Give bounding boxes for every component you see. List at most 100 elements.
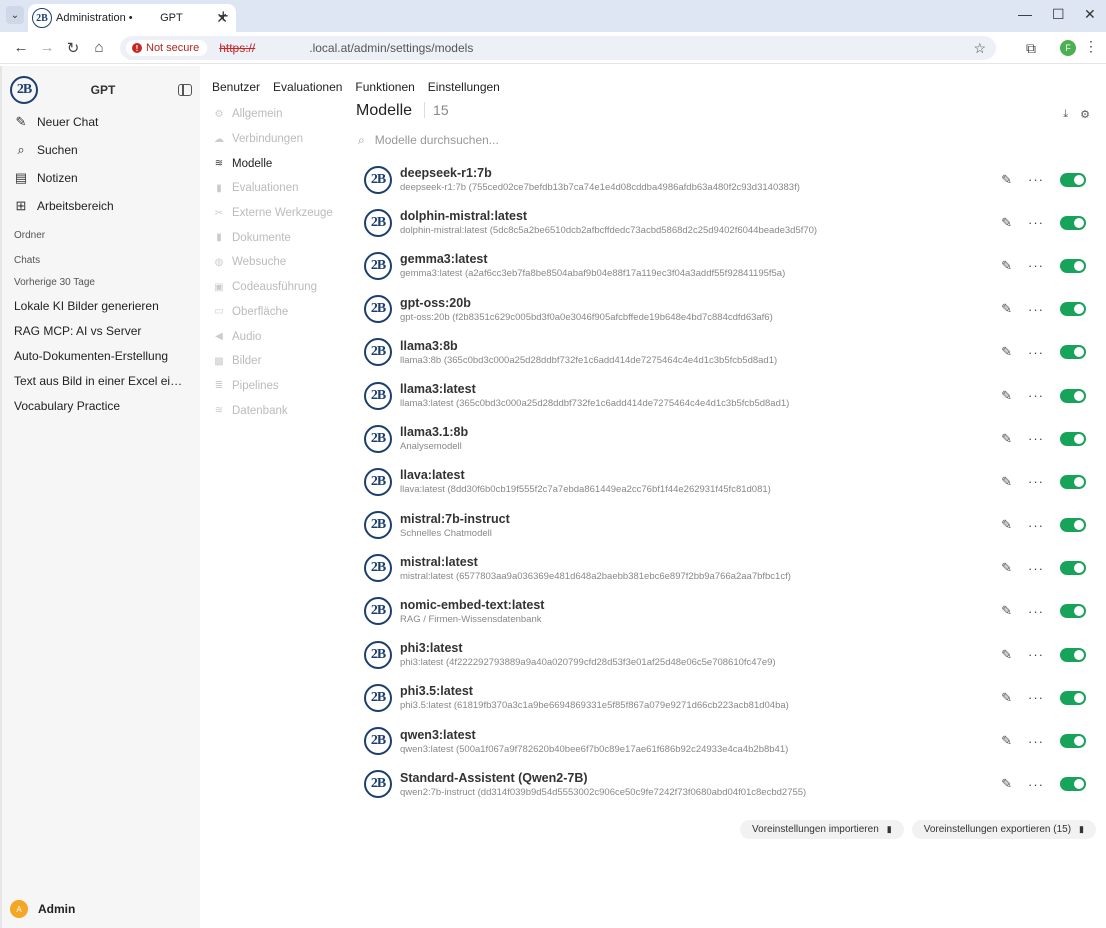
pencil-icon[interactable]: ✎ bbox=[1001, 517, 1012, 533]
settings-item-interface[interactable]: ▭ Oberfläche bbox=[212, 300, 352, 325]
chat-item[interactable]: Lokale KI Bilder generieren bbox=[2, 294, 188, 319]
chat-item[interactable]: RAG MCP: AI vs Server bbox=[2, 319, 188, 344]
more-options-icon[interactable]: ··· bbox=[1028, 518, 1044, 533]
extensions-icon[interactable]: ⧉ bbox=[1026, 40, 1036, 57]
pencil-icon[interactable]: ✎ bbox=[1001, 431, 1012, 447]
model-enabled-toggle[interactable] bbox=[1060, 172, 1086, 187]
tab-settings[interactable]: Einstellungen bbox=[428, 80, 500, 94]
sidebar-toggle-icon[interactable] bbox=[178, 84, 192, 96]
pencil-icon[interactable]: ✎ bbox=[1001, 690, 1012, 706]
more-options-icon[interactable]: ··· bbox=[1028, 734, 1044, 749]
chat-item[interactable]: Vocabulary Practice bbox=[2, 394, 188, 419]
model-enabled-toggle[interactable] bbox=[1060, 345, 1086, 360]
settings-item-general[interactable]: ⚙ Allgemein bbox=[212, 102, 352, 127]
profile-avatar[interactable]: F bbox=[1060, 40, 1076, 56]
pencil-icon[interactable]: ✎ bbox=[1001, 647, 1012, 663]
model-row[interactable]: 2B qwen3:latest qwen3:latest (500a1f067a9f… bbox=[356, 719, 1090, 762]
pencil-icon[interactable]: ✎ bbox=[1001, 474, 1012, 490]
settings-item-external-tools[interactable]: ✂ Externe Werkzeuge bbox=[212, 201, 352, 226]
more-options-icon[interactable]: ··· bbox=[1028, 431, 1044, 446]
forward-arrow-icon[interactable]: → bbox=[34, 39, 60, 56]
more-options-icon[interactable]: ··· bbox=[1028, 561, 1044, 576]
model-search[interactable]: ⌕ Modelle durchsuchen... bbox=[356, 128, 1090, 152]
import-presets-button[interactable]: Voreinstellungen importieren ▮ bbox=[740, 820, 904, 839]
model-row[interactable]: 2B dolphin-mistral:latest dolphin-mistral:… bbox=[356, 201, 1090, 244]
sidebar-item-notes[interactable]: ▤ Notizen bbox=[2, 164, 200, 192]
pencil-icon[interactable]: ✎ bbox=[1001, 733, 1012, 749]
model-row[interactable]: 2B gpt-oss:20b gpt-oss:20b (f2b8351c629c00… bbox=[356, 288, 1090, 331]
pencil-icon[interactable]: ✎ bbox=[1001, 344, 1012, 360]
tab-functions[interactable]: Funktionen bbox=[355, 80, 414, 94]
url-bar[interactable]: ! Not secure https:// .local.at /admin/s… bbox=[120, 36, 996, 60]
model-row[interactable]: 2B llava:latest llava:latest (8dd30f6b0cb1… bbox=[356, 460, 1090, 503]
model-enabled-toggle[interactable] bbox=[1060, 734, 1086, 749]
more-options-icon[interactable]: ··· bbox=[1028, 604, 1044, 619]
minimize-icon[interactable]: — bbox=[1018, 6, 1032, 22]
more-options-icon[interactable]: ··· bbox=[1028, 258, 1044, 273]
more-options-icon[interactable]: ··· bbox=[1028, 690, 1044, 705]
settings-item-code-execution[interactable]: ▣ Codeausführung bbox=[212, 275, 352, 300]
model-enabled-toggle[interactable] bbox=[1060, 647, 1086, 662]
reload-icon[interactable]: ↻ bbox=[60, 39, 86, 57]
chats-heading[interactable]: Chats bbox=[2, 255, 200, 266]
browser-menu-icon[interactable]: ⋮ bbox=[1084, 38, 1098, 55]
more-options-icon[interactable]: ··· bbox=[1028, 474, 1044, 489]
model-row[interactable]: 2B deepseek-r1:7b deepseek-r1:7b (755ced02… bbox=[356, 158, 1090, 201]
settings-item-pipelines[interactable]: ≣ Pipelines bbox=[212, 374, 352, 399]
settings-item-database[interactable]: ≋ Datenbank bbox=[212, 398, 352, 423]
sidebar-item-new-chat[interactable]: ✎ Neuer Chat bbox=[2, 108, 200, 136]
chat-item[interactable]: Text aus Bild in einer Excel einf... bbox=[2, 369, 188, 394]
tab-evaluations[interactable]: Evaluationen bbox=[273, 80, 342, 94]
chat-item[interactable]: Auto-Dokumenten-Erstellung bbox=[2, 344, 188, 369]
settings-item-connections[interactable]: ☁ Verbindungen bbox=[212, 127, 352, 152]
pencil-icon[interactable]: ✎ bbox=[1001, 215, 1012, 231]
model-enabled-toggle[interactable] bbox=[1060, 604, 1086, 619]
tab-search-chevron-icon[interactable]: ⌄ bbox=[6, 6, 24, 24]
model-enabled-toggle[interactable] bbox=[1060, 215, 1086, 230]
more-options-icon[interactable]: ··· bbox=[1028, 777, 1044, 792]
sidebar-item-search[interactable]: ⌕ Suchen bbox=[2, 136, 200, 164]
browser-tab[interactable]: 2B Administration • GPT ✕ bbox=[28, 4, 236, 32]
model-enabled-toggle[interactable] bbox=[1060, 690, 1086, 705]
model-enabled-toggle[interactable] bbox=[1060, 431, 1086, 446]
more-options-icon[interactable]: ··· bbox=[1028, 345, 1044, 360]
home-icon[interactable]: ⌂ bbox=[86, 39, 112, 56]
sidebar-item-workspace[interactable]: ⊞ Arbeitsbereich bbox=[2, 192, 200, 220]
model-row[interactable]: 2B gemma3:latest gemma3:latest (a2af6cc3eb… bbox=[356, 244, 1090, 287]
more-options-icon[interactable]: ··· bbox=[1028, 388, 1044, 403]
settings-item-models[interactable]: ≋ Modelle bbox=[212, 151, 352, 176]
search-input[interactable]: Modelle durchsuchen... bbox=[375, 133, 499, 147]
pencil-icon[interactable]: ✎ bbox=[1001, 603, 1012, 619]
settings-item-web-search[interactable]: ◍ Websuche bbox=[212, 250, 352, 275]
new-tab-plus-icon[interactable]: + bbox=[218, 6, 229, 27]
model-row[interactable]: 2B Standard-Assistent (Qwen2-7B) qwen2:7b-… bbox=[356, 763, 1090, 806]
pencil-icon[interactable]: ✎ bbox=[1001, 301, 1012, 317]
more-options-icon[interactable]: ··· bbox=[1028, 647, 1044, 662]
model-row[interactable]: 2B mistral:latest mistral:latest (6577803a… bbox=[356, 547, 1090, 590]
model-enabled-toggle[interactable] bbox=[1060, 561, 1086, 576]
pencil-icon[interactable]: ✎ bbox=[1001, 172, 1012, 188]
more-options-icon[interactable]: ··· bbox=[1028, 215, 1044, 230]
brand-name[interactable]: GPT bbox=[28, 83, 178, 97]
pencil-icon[interactable]: ✎ bbox=[1001, 388, 1012, 404]
model-row[interactable]: 2B llama3:8b llama3:8b (365c0bd3c000a25d28… bbox=[356, 331, 1090, 374]
folders-heading[interactable]: Ordner bbox=[2, 230, 200, 241]
model-enabled-toggle[interactable] bbox=[1060, 258, 1086, 273]
maximize-icon[interactable]: ☐ bbox=[1052, 6, 1065, 23]
settings-item-images[interactable]: ▩ Bilder bbox=[212, 349, 352, 374]
pencil-icon[interactable]: ✎ bbox=[1001, 776, 1012, 792]
download-icon[interactable]: ⤓ bbox=[1063, 108, 1068, 121]
model-row[interactable]: 2B phi3:latest phi3:latest (4f222292793889… bbox=[356, 633, 1090, 676]
back-arrow-icon[interactable]: ← bbox=[8, 39, 34, 56]
model-row[interactable]: 2B phi3.5:latest phi3.5:latest (61819fb370… bbox=[356, 676, 1090, 719]
pencil-icon[interactable]: ✎ bbox=[1001, 560, 1012, 576]
model-row[interactable]: 2B nomic-embed-text:latest RAG / Firmen-Wi… bbox=[356, 590, 1090, 633]
more-options-icon[interactable]: ··· bbox=[1028, 302, 1044, 317]
model-row[interactable]: 2B mistral:7b-instruct Schnelles Chatmodel… bbox=[356, 504, 1090, 547]
settings-item-audio[interactable]: ◀ Audio bbox=[212, 324, 352, 349]
model-enabled-toggle[interactable] bbox=[1060, 518, 1086, 533]
model-enabled-toggle[interactable] bbox=[1060, 302, 1086, 317]
model-enabled-toggle[interactable] bbox=[1060, 388, 1086, 403]
model-row[interactable]: 2B llama3:latest llama3:latest (365c0bd3c0… bbox=[356, 374, 1090, 417]
model-row[interactable]: 2B llama3.1:8b Analysemodell ✎ ··· bbox=[356, 417, 1090, 460]
